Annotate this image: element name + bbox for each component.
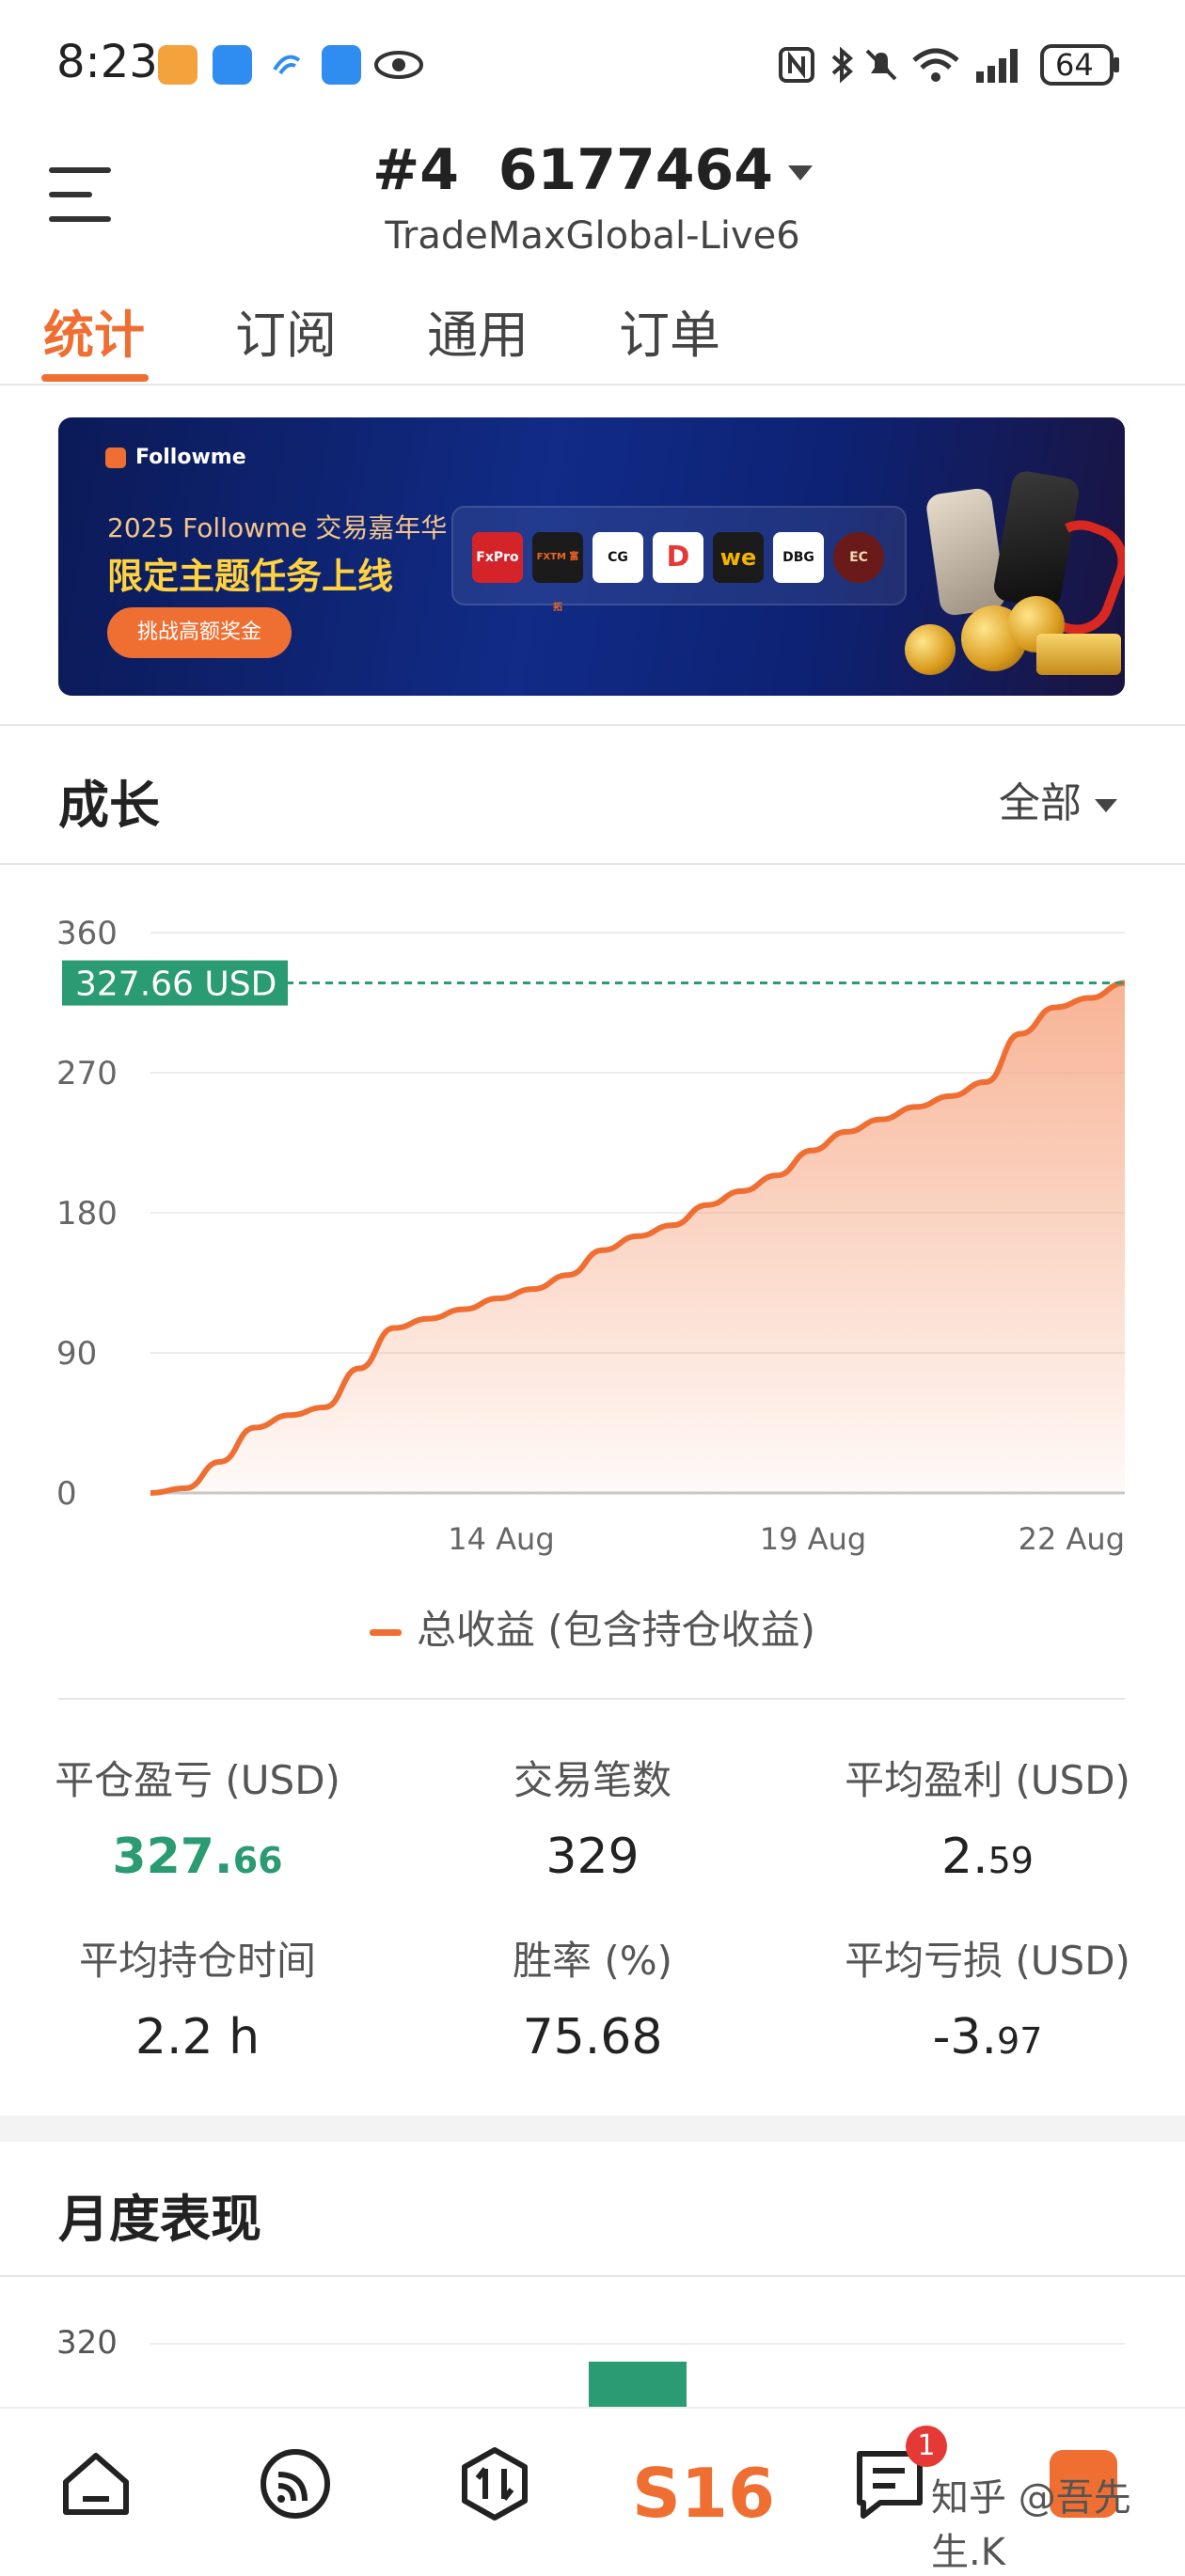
y-tick-label: 360	[56, 915, 118, 952]
chevron-down-icon	[1095, 799, 1117, 812]
banner-cta-button[interactable]: 挑战高额奖金	[107, 607, 292, 658]
section-divider	[0, 2275, 1185, 2277]
battery-level: 64	[1055, 47, 1094, 83]
stat-win-rate: 胜率 (%) 75.68	[395, 1929, 790, 2066]
mute-icon	[861, 45, 901, 85]
partner-logo: FXTM 富拓	[532, 532, 583, 613]
cloud-app-icon	[322, 45, 361, 85]
partner-logo: DBG	[773, 532, 824, 583]
stat-avg-loss: 平均亏损 (USD) -3.97	[790, 1929, 1185, 2066]
x-tick-label: 14 Aug	[448, 1521, 554, 1557]
status-bar: 8:23 64	[0, 0, 1185, 132]
home-app-icon	[158, 45, 198, 85]
home-icon[interactable]	[58, 2446, 134, 2521]
banner-brand: Followme	[105, 446, 246, 469]
legend-label: 总收益 (包含持仓收益)	[416, 1607, 816, 1653]
partner-logo: EC	[833, 532, 884, 583]
range-filter-dropdown[interactable]: 全部	[999, 769, 1117, 829]
stat-trade-count: 交易笔数 329	[395, 1749, 790, 1885]
chevron-down-icon	[788, 165, 814, 181]
tab-bar: 统计 订阅 通用 订单	[0, 273, 1185, 385]
monthly-bar	[589, 2362, 687, 2407]
signal-feed-icon[interactable]	[258, 2446, 333, 2521]
section-divider	[58, 1698, 1125, 1700]
promo-banner[interactable]: Followme 2025 Followme 交易嘉年华 限定主题任务上线 挑战…	[58, 417, 1125, 696]
watermark: 知乎 @吾先生.K	[931, 2476, 1131, 2574]
account-selector[interactable]: #4 6177464	[0, 137, 1185, 203]
telecom-app-icon	[267, 45, 307, 85]
current-value-label: 327.66 USD	[75, 966, 276, 1004]
stat-value: -3.97	[932, 2009, 1043, 2066]
chat-app-icon	[213, 45, 252, 85]
section-divider	[0, 863, 1185, 865]
y-tick-label: 270	[56, 1055, 118, 1092]
stat-label: 胜率 (%)	[512, 1938, 673, 1984]
gold-coin	[905, 624, 956, 675]
stat-value: 75.68	[522, 2009, 663, 2066]
stat-value: 329	[545, 1829, 640, 1885]
active-tab-indicator	[41, 374, 149, 382]
x-tick-label: 22 Aug	[1019, 1521, 1125, 1557]
section-gap	[0, 2115, 1185, 2142]
stat-closed-pnl: 平仓盈亏 (USD) 327.66	[0, 1749, 395, 1885]
phone-image	[924, 486, 1007, 618]
y-tick-label: 0	[56, 1475, 77, 1513]
y-tick-label: 90	[56, 1335, 97, 1373]
stat-label: 平均盈利 (USD)	[845, 1757, 1130, 1803]
bluetooth-icon	[822, 45, 861, 85]
growth-chart: 360 270 180 90 0 14 Aug 19 Aug 22 Aug 327.66 U…	[56, 915, 1126, 1557]
banner-title: 限定主题任务上线	[107, 556, 394, 597]
message-badge: 1	[906, 2426, 947, 2467]
tab-subscription[interactable]: 订阅	[235, 293, 337, 368]
partner-logo: FxPro	[472, 532, 523, 583]
chart-legend[interactable]: 总收益 (包含持仓收益)	[0, 1598, 1185, 1656]
stat-avg-holding-time: 平均持仓时间 2.2 h	[0, 1929, 395, 2066]
s16-event-button[interactable]: S16	[632, 2454, 775, 2533]
gold-bar	[1036, 634, 1121, 675]
partner-logo: we	[713, 532, 764, 583]
eye-icon	[372, 45, 425, 85]
partner-logo: CG	[592, 532, 643, 583]
nfc-icon	[777, 45, 816, 85]
y-tick-label: 180	[56, 1195, 118, 1233]
wifi-icon	[910, 45, 961, 85]
stat-value: 2.2 h	[134, 2009, 261, 2066]
followme-logo-icon	[105, 448, 126, 468]
account-header: #4 6177464 TradeMaxGlobal-Live6	[0, 132, 1185, 263]
stat-label: 平均亏损 (USD)	[845, 1938, 1130, 1984]
stat-label: 平仓盈亏 (USD)	[55, 1757, 340, 1803]
stat-label: 交易笔数	[513, 1757, 672, 1803]
legend-swatch	[369, 1629, 402, 1636]
stat-value: 327.66	[112, 1829, 283, 1885]
x-tick-label: 19 Aug	[760, 1521, 866, 1557]
stat-avg-profit: 平均盈利 (USD) 2.59	[790, 1749, 1185, 1885]
tab-statistics[interactable]: 统计	[43, 293, 145, 368]
partner-logo: D	[653, 532, 703, 583]
monthly-gridline	[150, 2343, 1125, 2345]
status-time: 8:23	[56, 36, 158, 88]
stat-value: 2.59	[941, 1829, 1034, 1885]
partner-logos: FxPro FXTM 富拓 CG D we DBG EC	[451, 506, 907, 613]
monthly-y-tick: 320	[56, 2324, 118, 2362]
monthly-title: 月度表现	[58, 2190, 261, 2249]
tab-general[interactable]: 通用	[427, 293, 529, 368]
stat-label: 平均持仓时间	[78, 1938, 316, 1984]
signal-icon	[974, 45, 1027, 85]
section-divider	[0, 724, 1185, 726]
trade-icon[interactable]	[457, 2446, 532, 2521]
banner-subtitle: 2025 Followme 交易嘉年华	[107, 512, 448, 543]
server-name: TradeMaxGlobal-Live6	[385, 214, 800, 258]
growth-title: 成长	[58, 776, 160, 835]
tab-orders[interactable]: 订单	[619, 293, 720, 368]
account-number: #4 6177464	[371, 137, 774, 203]
